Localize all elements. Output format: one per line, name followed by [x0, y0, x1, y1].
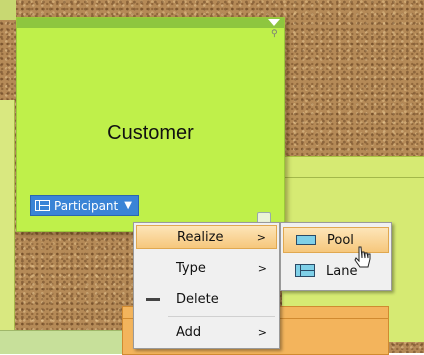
chevron-right-icon: >	[257, 261, 267, 275]
chevron-right-icon: >	[256, 230, 266, 244]
delete-icon	[146, 298, 160, 301]
chevron-down-icon: ▼	[124, 200, 132, 211]
menu-item-delete[interactable]: Delete	[136, 287, 277, 311]
menu-item-type[interactable]: Type >	[136, 256, 277, 280]
menu-item-add[interactable]: Add >	[136, 320, 277, 344]
lane-icon	[295, 264, 315, 277]
customer-pool-shape[interactable]: ⚲ Customer Participant ▼	[16, 17, 285, 232]
pool-header-bar	[17, 18, 284, 28]
pool-icon	[296, 235, 316, 245]
submenu-item-label: Pool	[327, 232, 354, 248]
pool-name[interactable]: Customer	[17, 122, 284, 145]
mouse-cursor-icon	[354, 246, 371, 268]
menu-item-realize[interactable]: Realize >	[136, 225, 277, 249]
menu-separator	[168, 316, 275, 317]
menu-item-label: Delete	[176, 291, 219, 307]
link-icon[interactable]: ⚲	[271, 30, 280, 39]
submenu-item-label: Lane	[326, 263, 358, 279]
participant-label: Participant	[54, 198, 119, 213]
participant-type-button[interactable]: Participant ▼	[30, 195, 139, 216]
chevron-right-icon: >	[257, 325, 267, 339]
menu-item-label: Add	[176, 324, 202, 340]
menu-item-label: Type	[176, 260, 206, 276]
background-shape	[0, 330, 122, 354]
resource-dropdown-icon[interactable]	[268, 19, 280, 26]
background-shape	[0, 0, 16, 20]
menu-item-label: Realize	[177, 229, 224, 245]
participant-icon	[35, 200, 50, 211]
background-lane-strip	[0, 100, 15, 330]
background-pool-divider	[282, 177, 424, 178]
realize-submenu: Pool Lane	[280, 222, 392, 291]
context-menu: Realize > Type > Delete Add >	[133, 222, 280, 349]
